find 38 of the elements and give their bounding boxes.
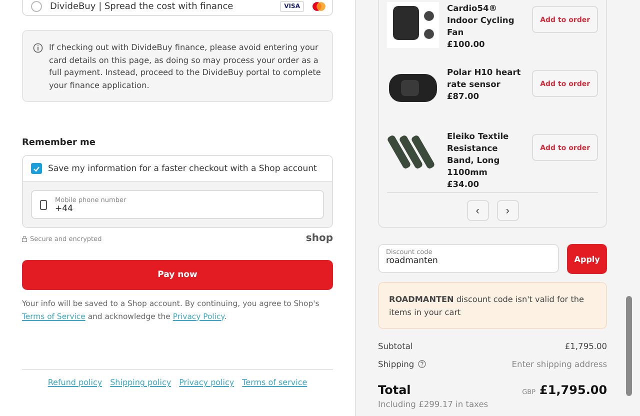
product-name: Cardio54® Indoor Cycling Fan (447, 2, 516, 38)
subtotal-value: £1,795.00 (564, 341, 608, 351)
radio-button[interactable] (31, 1, 42, 12)
pay-now-button[interactable]: Pay now (22, 260, 333, 290)
field-value: roadmanten (386, 256, 439, 266)
checkbox[interactable] (31, 163, 42, 174)
total-label: Total (378, 383, 411, 397)
previous-button[interactable]: ‹ (466, 200, 489, 221)
shop-logo: shop (306, 233, 333, 244)
field-value: +44 (55, 204, 74, 214)
taxes-note: Including £299.17 in taxes (378, 399, 490, 409)
footer-link[interactable]: Privacy policy (179, 378, 234, 387)
footer-link[interactable]: Terms of service (242, 378, 308, 387)
shipping-label: Shipping (378, 359, 414, 369)
footer-link[interactable]: Refund policy (48, 378, 102, 387)
notice-text: If checking out with DivideBuy finance, please avoid entering your card details on this page, as doing so may process your order as a full payment. Instead, proceed to the DivideBuy portal to complete your finance application. (49, 41, 322, 91)
footer-link[interactable]: Shipping policy (110, 378, 172, 387)
info-icon (33, 43, 43, 53)
help-icon[interactable] (418, 360, 426, 368)
next-button[interactable]: › (496, 200, 519, 221)
lock-icon (22, 236, 27, 242)
discount-error: ROADMANTEN discount code isn't valid for the items in your cart (378, 282, 608, 329)
product-price: £100.00 (447, 38, 486, 50)
checkbox-label: Save my information for a faster checkout with a Shop account (48, 164, 317, 174)
product-price: £34.00 (447, 178, 480, 190)
payment-option-label: DivideBuy | Spread the cost with finance (50, 2, 234, 12)
checkmark-icon (33, 166, 40, 172)
shipping-value: Enter shipping address (512, 359, 608, 369)
subtotal-label: Subtotal (378, 341, 413, 351)
product-name: Eleiko Textile Resistance Band, Long 1100mm (447, 130, 510, 178)
phone-icon (40, 200, 47, 210)
product-price: £87.00 (447, 90, 480, 102)
apply-button[interactable]: Apply (567, 244, 608, 274)
scrollbar-thumb[interactable] (626, 296, 632, 396)
product-name: Polar H10 heart rate sensor (447, 66, 522, 90)
card-circles-icon (312, 2, 326, 11)
section-heading: Remember me (22, 138, 96, 148)
total-value: £1,795.00 (540, 383, 608, 397)
